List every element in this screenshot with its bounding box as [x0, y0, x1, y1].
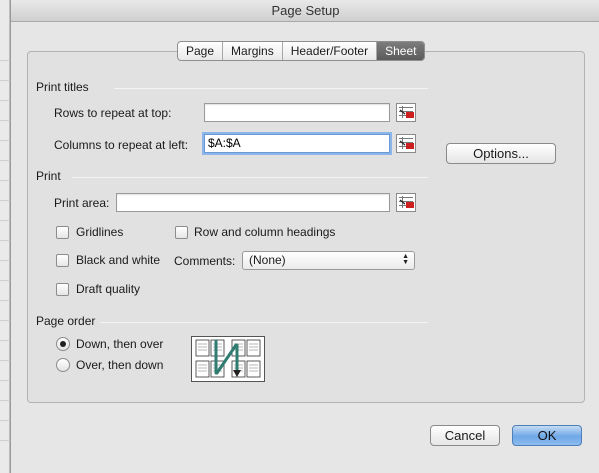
cancel-button[interactable]: Cancel	[430, 425, 500, 446]
print-area-input[interactable]	[116, 193, 390, 212]
sheet-panel: Print titles Rows to repeat at top: Colu…	[27, 51, 585, 403]
tab-page[interactable]: Page	[178, 42, 224, 60]
gridlines-label: Gridlines	[76, 225, 124, 239]
rows-range-picker-icon[interactable]	[396, 103, 416, 122]
cols-repeat-input[interactable]: $A:$A	[204, 134, 390, 153]
gridlines-checkbox[interactable]	[56, 226, 69, 239]
comments-select[interactable]: (None) ▲ ▼	[242, 251, 415, 270]
cols-repeat-label: Columns to repeat at left:	[54, 138, 189, 152]
black-white-label: Black and white	[76, 253, 161, 267]
print-area-label: Print area:	[54, 196, 110, 210]
print-area-range-picker-icon[interactable]	[396, 193, 416, 212]
draft-quality-checkbox[interactable]	[56, 283, 69, 296]
black-white-checkbox[interactable]	[56, 254, 69, 267]
window-title: Page Setup	[11, 0, 599, 22]
row-col-headings-checkbox[interactable]	[175, 226, 188, 239]
rows-repeat-label: Rows to repeat at top:	[54, 106, 172, 120]
draft-quality-label: Draft quality	[76, 282, 141, 296]
over-then-down-label: Over, then down	[76, 358, 164, 372]
ok-button[interactable]: OK	[512, 425, 582, 446]
down-then-over-label: Down, then over	[76, 337, 164, 351]
options-button[interactable]: Options...	[446, 143, 556, 164]
tab-margins[interactable]: Margins	[223, 42, 283, 60]
tab-header-footer[interactable]: Header/Footer	[283, 42, 378, 60]
page-order-heading: Page order	[36, 314, 96, 328]
select-arrows-icon: ▲ ▼	[402, 253, 409, 266]
rows-repeat-input[interactable]	[204, 103, 390, 122]
page-setup-dialog: Page Setup Page Margins Header/Footer Sh…	[10, 0, 599, 473]
comments-select-value: (None)	[249, 253, 286, 267]
print-titles-heading: Print titles	[36, 80, 89, 94]
row-col-headings-label: Row and column headings	[194, 225, 336, 239]
print-titles-divider	[114, 88, 428, 89]
print-heading: Print	[36, 169, 61, 183]
page-order-preview-icon	[191, 336, 265, 382]
over-then-down-radio[interactable]	[56, 358, 70, 372]
print-divider	[72, 177, 428, 178]
cols-range-picker-icon[interactable]	[396, 134, 416, 153]
down-then-over-radio[interactable]	[56, 337, 70, 351]
tab-sheet[interactable]: Sheet	[377, 42, 425, 60]
comments-label: Comments:	[174, 254, 236, 268]
background-spreadsheet-edge	[0, 0, 10, 473]
tab-bar: Page Margins Header/Footer Sheet	[177, 41, 426, 61]
page-order-divider	[100, 322, 428, 323]
